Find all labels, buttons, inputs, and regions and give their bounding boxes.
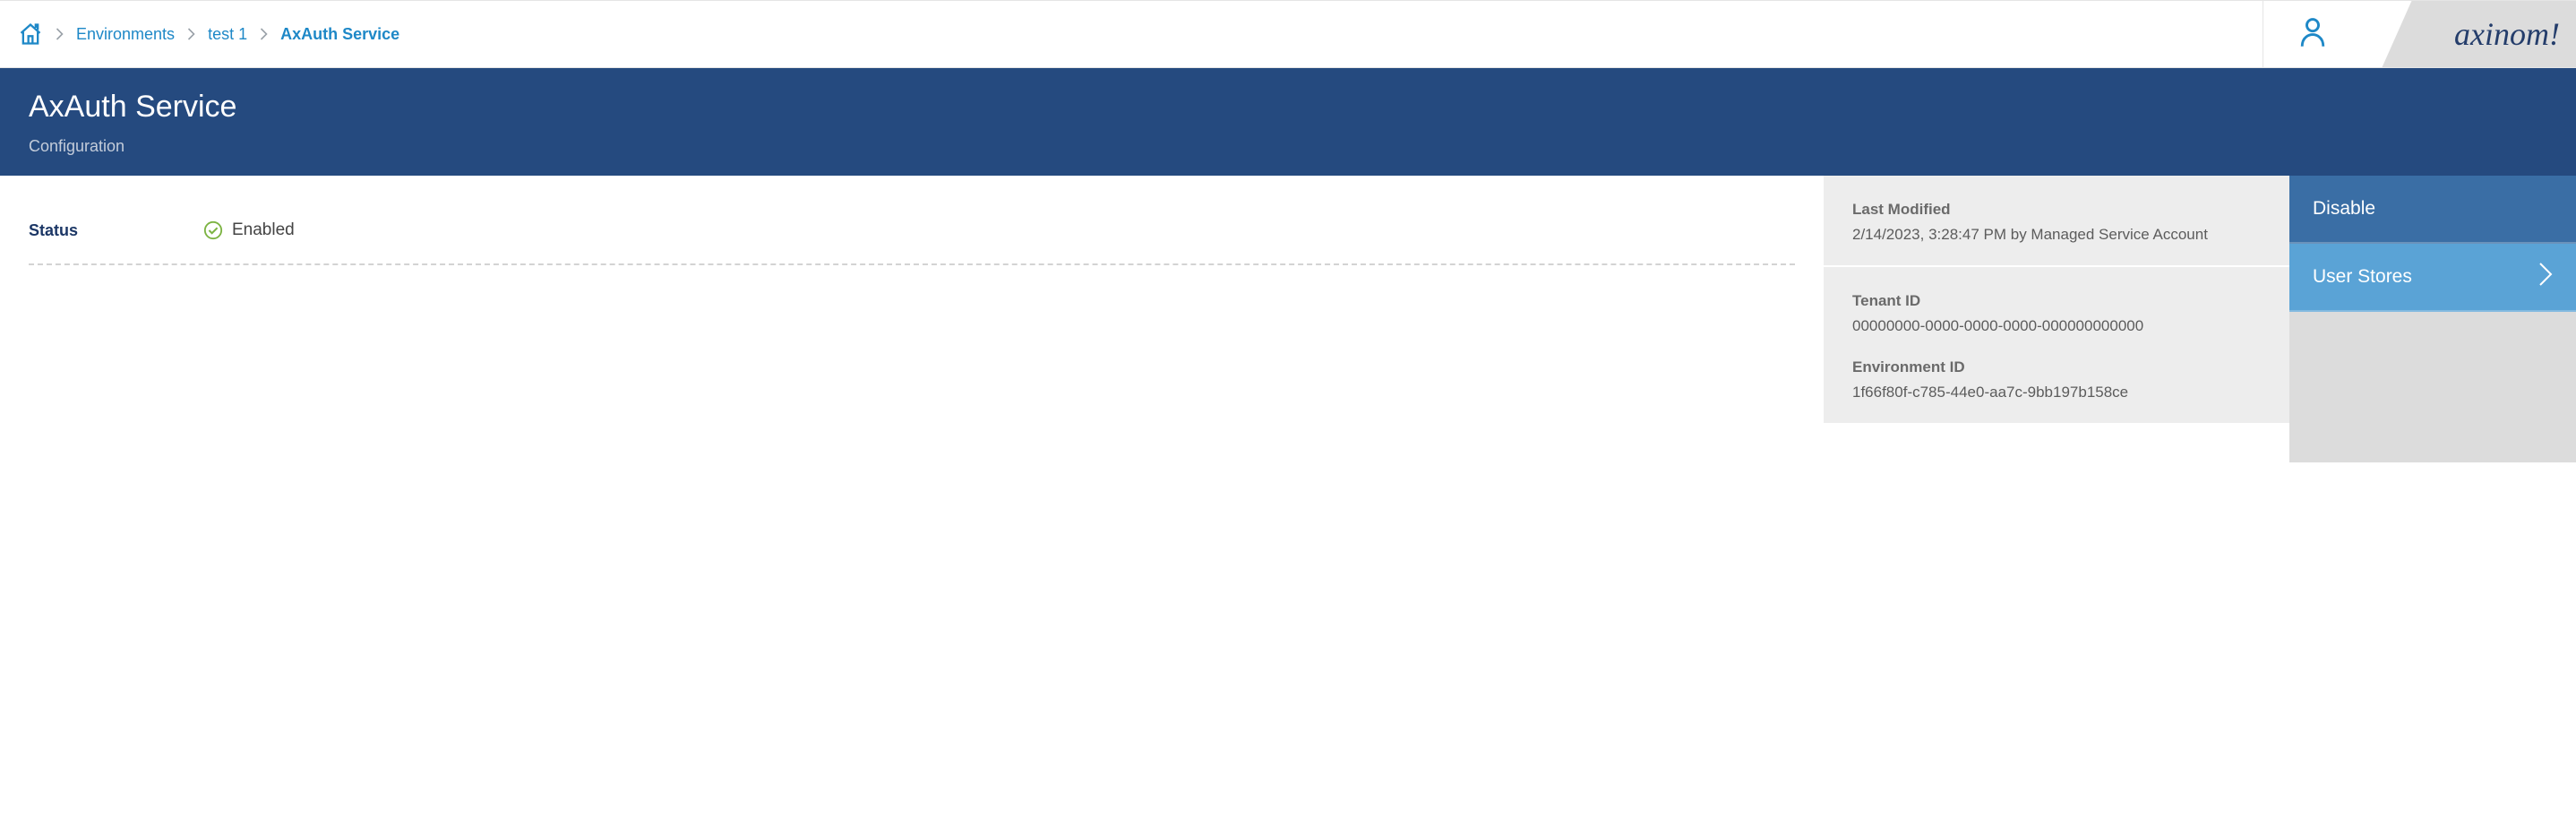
disable-label: Disable [2313, 198, 2375, 220]
status-panel: Status Enabled [0, 176, 1824, 292]
status-label: Status [29, 221, 203, 240]
breadcrumb-current: AxAuth Service [280, 25, 399, 44]
page-subtitle: Configuration [29, 137, 2547, 156]
environment-id-label: Environment ID [1852, 358, 2261, 376]
tenant-id-label: Tenant ID [1852, 292, 2261, 310]
content-row: Status Enabled Last Modified 2/14/2023, … [0, 176, 2576, 462]
status-row: Status Enabled [29, 203, 1795, 263]
user-menu[interactable] [2263, 1, 2361, 67]
user-stores-label: User Stores [2313, 266, 2412, 288]
tenant-id-value: 00000000-0000-0000-0000-000000000000 [1852, 317, 2261, 335]
info-last-modified: Last Modified 2/14/2023, 3:28:47 PM by M… [1824, 176, 2289, 265]
page-header: AxAuth Service Configuration [0, 68, 2576, 176]
disable-button[interactable]: Disable [2289, 176, 2576, 244]
breadcrumb: Environments test 1 AxAuth Service [0, 1, 2263, 67]
last-modified-value: 2/14/2023, 3:28:47 PM by Managed Service… [1852, 226, 2261, 244]
user-icon [2298, 17, 2327, 52]
page-title: AxAuth Service [29, 90, 2547, 125]
info-ids: Tenant ID 00000000-0000-0000-0000-000000… [1824, 265, 2289, 423]
environment-id-value: 1f66f80f-c785-44e0-aa7c-9bb197b158ce [1852, 384, 2261, 401]
divider [29, 263, 1795, 265]
status-text: Enabled [232, 220, 295, 240]
top-bar: Environments test 1 AxAuth Service axino… [0, 0, 2576, 68]
environment-id-group: Environment ID 1f66f80f-c785-44e0-aa7c-9… [1852, 358, 2261, 401]
chevron-right-icon [2538, 262, 2553, 292]
chevron-right-icon [260, 28, 268, 40]
check-circle-icon [203, 220, 223, 240]
breadcrumb-environments[interactable]: Environments [76, 25, 175, 44]
tenant-id-group: Tenant ID 00000000-0000-0000-0000-000000… [1852, 292, 2261, 335]
info-panel: Last Modified 2/14/2023, 3:28:47 PM by M… [1824, 176, 2289, 423]
chevron-right-icon [56, 28, 64, 40]
status-value: Enabled [203, 220, 295, 240]
brand-logo: axinom! [2361, 1, 2576, 67]
actions-panel: Disable User Stores [2289, 176, 2576, 462]
user-stores-button[interactable]: User Stores [2289, 244, 2576, 312]
last-modified-label: Last Modified [1852, 201, 2261, 219]
brand-text: axinom! [2454, 15, 2560, 53]
home-icon[interactable] [18, 22, 43, 46]
chevron-right-icon [187, 28, 195, 40]
breadcrumb-test1[interactable]: test 1 [208, 25, 247, 44]
